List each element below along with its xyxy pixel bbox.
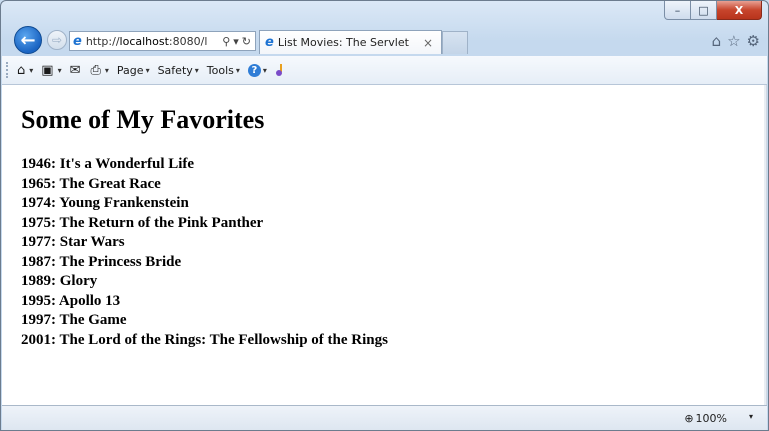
browser-window: – □ X ← ⇨ e http://localhost:8080/l ⚲ ▾ … xyxy=(0,0,769,431)
page-content: Some of My Favorites 1946: It's a Wonder… xyxy=(2,85,767,405)
research-button[interactable] xyxy=(275,63,287,77)
feeds-icon: ▣ xyxy=(41,62,54,78)
minimize-button[interactable]: – xyxy=(664,1,691,20)
print-icon: ⎙ xyxy=(90,62,101,78)
help-icon: ? xyxy=(247,63,261,77)
list-item: 1975: The Return of the Pink Panther xyxy=(21,214,264,231)
research-icon xyxy=(275,64,282,76)
home-menu-button[interactable]: ⌂ ▾ xyxy=(17,63,33,78)
close-window-button[interactable]: X xyxy=(717,1,762,20)
list-item: 2001: The Lord of the Rings: The Fellows… xyxy=(21,331,388,348)
zoom-icon: ⊕ xyxy=(684,412,694,425)
forward-button[interactable]: ⇨ xyxy=(47,30,67,50)
search-icon[interactable]: ⚲ xyxy=(222,35,230,48)
tab-close-icon[interactable]: × xyxy=(423,36,433,50)
list-item: 1974: Young Frankenstein xyxy=(21,195,189,211)
mail-icon: ✉ xyxy=(69,62,81,78)
ie-page-icon: e xyxy=(73,33,82,49)
toolbar-grip[interactable] xyxy=(6,62,11,78)
list-item: 1977: Star Wars xyxy=(21,234,125,250)
chevron-down-icon: ▾ xyxy=(29,65,34,75)
address-bar[interactable]: e http://localhost:8080/l ⚲ ▾ ↻ xyxy=(69,31,256,51)
maximize-button[interactable]: □ xyxy=(691,1,717,20)
command-bar: ⌂ ▾ ▣ ▾ ✉ ⎙ ▾ Page ▾ Safety ▾ Tools ▾ ? … xyxy=(2,56,767,85)
zoom-level: 100% xyxy=(695,412,727,425)
address-dropdown-icon[interactable]: ▾ xyxy=(233,35,239,48)
help-menu[interactable]: ? ▾ xyxy=(247,63,267,77)
home-icon: ⌂ xyxy=(17,62,26,78)
page-title: Some of My Favorites xyxy=(21,105,265,134)
list-item: 1997: The Game xyxy=(21,312,127,328)
chevron-down-icon: ▾ xyxy=(145,65,150,75)
mail-button[interactable]: ✉ xyxy=(70,63,83,78)
back-arrow-icon: ← xyxy=(20,29,36,51)
settings-gear-icon[interactable]: ⚙ xyxy=(747,32,760,50)
ie-tab-icon: e xyxy=(265,35,274,50)
home-icon[interactable]: ⌂ xyxy=(712,32,722,50)
list-item: 1965: The Great Race xyxy=(21,175,161,192)
print-menu-button[interactable]: ⎙ ▾ xyxy=(91,63,109,78)
chevron-down-icon: ▾ xyxy=(262,65,267,75)
address-url[interactable]: http://localhost:8080/l xyxy=(86,35,220,48)
chevron-down-icon: ▾ xyxy=(57,65,62,75)
list-item: 1987: The Princess Bride xyxy=(21,253,182,270)
window-controls: – □ X xyxy=(664,1,762,20)
zoom-control[interactable]: ⊕ 100% xyxy=(684,412,727,425)
chevron-down-icon: ▾ xyxy=(235,65,240,75)
feeds-menu-button[interactable]: ▣ ▾ xyxy=(41,63,61,78)
address-tools: ⚲ ▾ ↻ xyxy=(220,35,255,48)
tab-title: List Movies: The Servlet xyxy=(277,36,409,49)
page-menu-label: Page xyxy=(116,63,144,77)
list-item: 1995: Apollo 13 xyxy=(21,292,121,309)
refresh-icon[interactable]: ↻ xyxy=(242,35,251,48)
status-bar: ⊕ 100% ▾ xyxy=(2,405,767,430)
tools-menu[interactable]: Tools ▾ xyxy=(207,64,240,77)
back-button[interactable]: ← xyxy=(14,26,42,54)
new-tab-button[interactable] xyxy=(442,31,468,54)
tools-menu-label: Tools xyxy=(206,63,234,77)
right-nav-icons: ⌂ ☆ ⚙ xyxy=(712,32,760,50)
chevron-down-icon: ▾ xyxy=(194,65,199,75)
page-menu[interactable]: Page ▾ xyxy=(117,64,150,77)
list-item: 1946: It's a Wonderful Life xyxy=(21,156,195,172)
content-edge xyxy=(764,85,766,405)
safety-menu[interactable]: Safety ▾ xyxy=(158,64,199,77)
safety-menu-label: Safety xyxy=(157,63,193,77)
list-item: 1989: Glory xyxy=(21,273,98,289)
tab-list-movies[interactable]: e List Movies: The Servlet × xyxy=(259,30,442,54)
movie-list: 1946: It's a Wonderful Life 1965: The Gr… xyxy=(21,155,388,350)
chevron-down-icon: ▾ xyxy=(104,65,109,75)
favorites-star-icon[interactable]: ☆ xyxy=(727,32,740,50)
forward-arrow-icon: ⇨ xyxy=(51,33,63,47)
zoom-dropdown-icon[interactable]: ▾ xyxy=(749,412,753,421)
